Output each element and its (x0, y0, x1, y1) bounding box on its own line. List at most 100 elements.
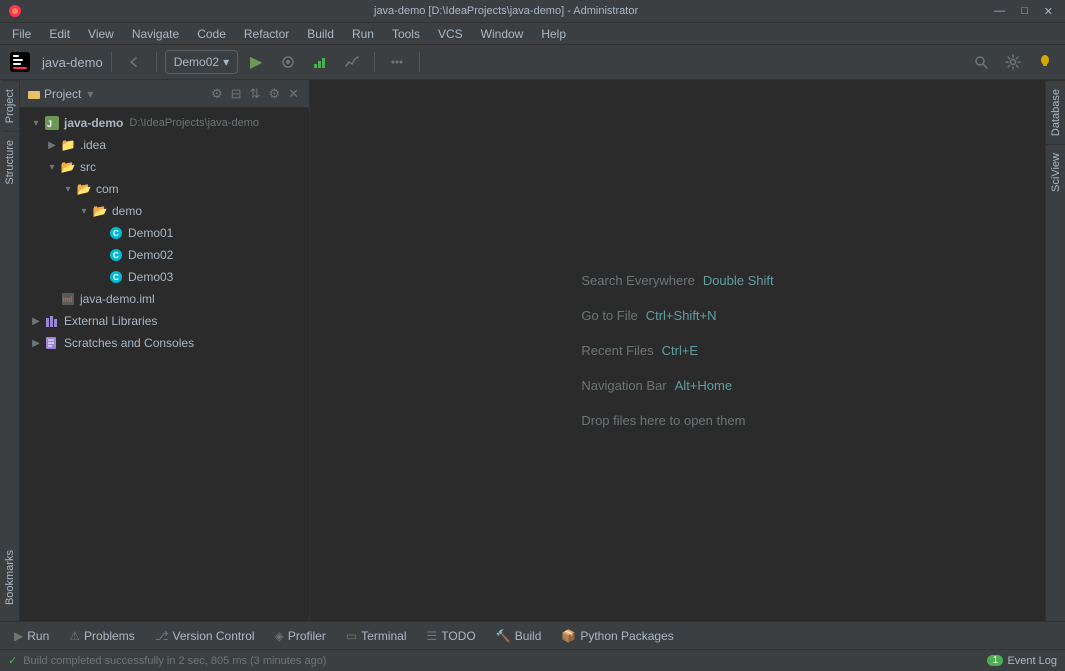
project-tab-vertical[interactable]: Project (2, 80, 18, 131)
tree-item-src[interactable]: ▾ 📂 src (20, 156, 309, 178)
svg-text:C: C (113, 273, 119, 282)
project-name-label: java-demo (42, 55, 103, 70)
svg-text:J: J (47, 119, 52, 129)
nav-back-button[interactable] (120, 48, 148, 76)
tree-item-scratches[interactable]: ▶ Scratches and Consoles (20, 332, 309, 354)
event-log-button[interactable]: 1 Event Log (987, 655, 1057, 667)
hint-search-shortcut: Double Shift (703, 273, 774, 288)
library-icon (45, 314, 59, 328)
tree-label-com: com (96, 182, 119, 196)
run-config-button[interactable]: Demo02 ▾ (165, 50, 238, 74)
gear-icon-panel[interactable]: ⚙ (209, 84, 225, 104)
tree-item-java-demo[interactable]: ▾ J java-demo D:\IdeaProjects\java-demo (20, 112, 309, 134)
minimize-button[interactable]: — (990, 5, 1009, 17)
tree-label-demo03: Demo03 (128, 270, 173, 284)
search-everywhere-button[interactable] (967, 48, 995, 76)
terminal-tab[interactable]: ▭ Terminal (336, 624, 417, 648)
java-class-icon-3: C (109, 270, 123, 284)
project-dropdown-icon[interactable]: ▾ (87, 87, 93, 101)
todo-tab[interactable]: ☰ TODO (417, 624, 486, 648)
iml-file-icon: iml (61, 292, 75, 306)
menu-vcs[interactable]: VCS (430, 25, 471, 43)
hint-drop: Drop files here to open them (581, 413, 773, 428)
menu-view[interactable]: View (80, 25, 122, 43)
coverage-button[interactable] (306, 48, 334, 76)
settings-button[interactable] (999, 48, 1027, 76)
profile-button[interactable] (338, 48, 366, 76)
scratches-file-icon (45, 336, 59, 350)
more-actions-button[interactable] (383, 48, 411, 76)
arrow-com: ▾ (60, 184, 76, 195)
run-tab-label: Run (27, 629, 49, 643)
sciview-tab[interactable]: SciView (1046, 144, 1065, 200)
tree-item-external-libraries[interactable]: ▶ External Libraries (20, 310, 309, 332)
todo-icon: ☰ (427, 629, 438, 643)
menu-run[interactable]: Run (344, 25, 382, 43)
hint-recent-label: Recent Files (581, 343, 653, 358)
terminal-icon: ▭ (346, 629, 357, 643)
tree-item-com[interactable]: ▾ 📂 com (20, 178, 309, 200)
sort-icon[interactable]: ⇅ (248, 84, 263, 104)
run-button[interactable]: ▶ (242, 48, 270, 76)
status-message: Build completed successfully in 2 sec, 8… (23, 655, 326, 667)
problems-tab[interactable]: ⚠ Problems (59, 624, 144, 648)
close-button[interactable]: ✕ (1040, 5, 1057, 18)
bookmarks-tab-vertical[interactable]: Bookmarks (2, 534, 18, 621)
menu-navigate[interactable]: Navigate (124, 25, 187, 43)
run-tab[interactable]: ▶ Run (4, 624, 59, 648)
java-icon-demo03: C (108, 269, 124, 285)
menu-help[interactable]: Help (533, 25, 574, 43)
profiler-tab[interactable]: ◈ Profiler (265, 624, 336, 648)
menu-build[interactable]: Build (299, 25, 342, 43)
tree-label-java-demo: java-demo (64, 116, 123, 130)
menu-tools[interactable]: Tools (384, 25, 428, 43)
hint-navbar-shortcut: Alt+Home (675, 378, 732, 393)
menu-bar: File Edit View Navigate Code Refactor Bu… (0, 22, 1065, 44)
arrow-external: ▶ (28, 316, 44, 327)
menu-file[interactable]: File (4, 25, 39, 43)
menu-refactor[interactable]: Refactor (236, 25, 297, 43)
collapse-all-icon[interactable]: ⊟ (229, 84, 244, 104)
settings-icon (1005, 54, 1021, 70)
tree-item-demo03[interactable]: C Demo03 (20, 266, 309, 288)
tree-item-demo01[interactable]: C Demo01 (20, 222, 309, 244)
hint-recent: Recent Files Ctrl+E (581, 343, 773, 358)
tree-item-idea[interactable]: ▶ 📁 .idea (20, 134, 309, 156)
iml-icon: iml (60, 291, 76, 307)
lightbulb-icon (1037, 54, 1053, 70)
hint-goto-shortcut: Ctrl+Shift+N (646, 308, 717, 323)
structure-tab-vertical[interactable]: Structure (2, 131, 18, 193)
tree-label-external: External Libraries (64, 314, 157, 328)
menu-window[interactable]: Window (473, 25, 532, 43)
back-icon (126, 54, 142, 70)
database-tab[interactable]: Database (1046, 80, 1065, 144)
settings-icon-panel[interactable]: ⚙ (266, 84, 282, 104)
python-packages-tab[interactable]: 📦 Python Packages (551, 624, 683, 648)
toolbar-separator-4 (419, 52, 420, 72)
problems-icon: ⚠ (69, 629, 80, 643)
hint-goto-label: Go to File (581, 308, 637, 323)
close-panel-icon[interactable]: ✕ (286, 84, 301, 104)
version-control-tab[interactable]: ⎇ Version Control (145, 624, 265, 648)
scratches-icon (44, 335, 60, 351)
project-panel-title-text: Project (44, 87, 81, 101)
tree-item-demo[interactable]: ▾ 📂 demo (20, 200, 309, 222)
menu-edit[interactable]: Edit (41, 25, 78, 43)
build-tab[interactable]: 🔨 Build (486, 624, 552, 648)
debug-button[interactable] (274, 48, 302, 76)
folder-icon-src: 📂 (60, 159, 76, 175)
title-bar-controls[interactable]: — □ ✕ (990, 5, 1057, 18)
toolbar-separator-2 (156, 52, 157, 72)
folder-icon-demo: 📂 (92, 203, 108, 219)
menu-code[interactable]: Code (189, 25, 234, 43)
debug-icon (280, 54, 296, 70)
maximize-button[interactable]: □ (1017, 5, 1032, 17)
event-log-badge: 1 (987, 655, 1003, 666)
tree-item-demo02[interactable]: C Demo02 (20, 244, 309, 266)
vcs-tab-label: Version Control (173, 629, 255, 643)
ide-features-button[interactable] (1031, 48, 1059, 76)
arrow-java-demo: ▾ (28, 118, 44, 129)
tree-label-java-demo-path: D:\IdeaProjects\java-demo (129, 117, 259, 129)
hint-navbar-label: Navigation Bar (581, 378, 666, 393)
tree-item-iml[interactable]: iml java-demo.iml (20, 288, 309, 310)
